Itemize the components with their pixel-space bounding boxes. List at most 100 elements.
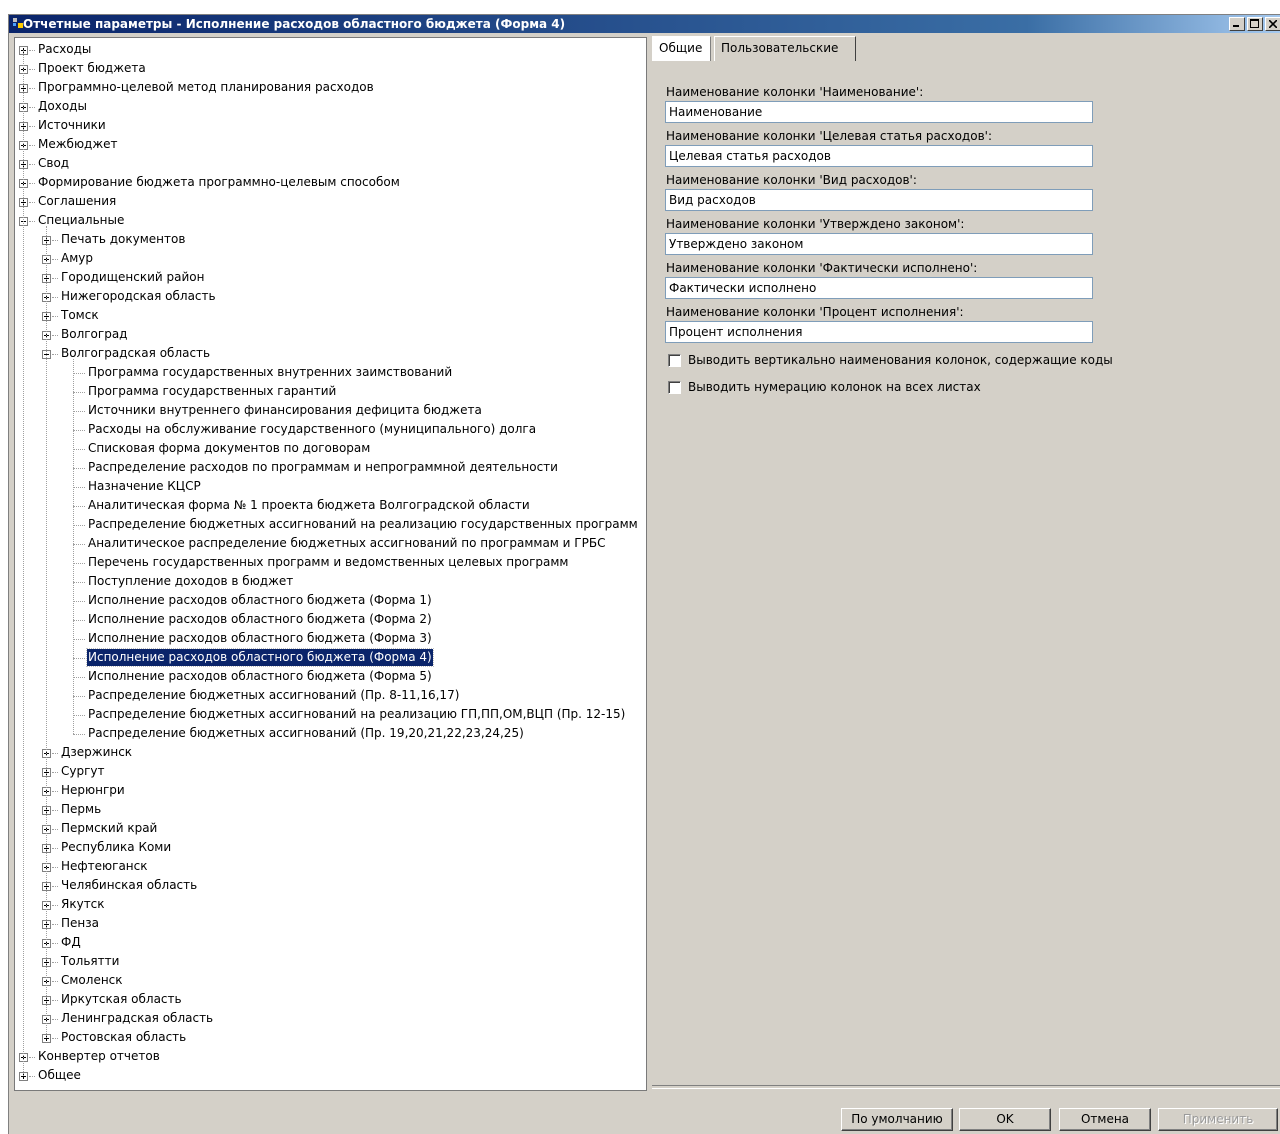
tree-node[interactable]: Ростовская область	[15, 1029, 645, 1048]
percent-column-input[interactable]	[665, 321, 1093, 343]
tree-node[interactable]: Сургут	[15, 763, 645, 782]
apply-button[interactable]: Применить	[1158, 1108, 1278, 1131]
tree-node[interactable]: Ленинградская область	[15, 1010, 645, 1029]
tree-label: Исполнение расходов областного бюджета (…	[88, 669, 432, 683]
tree-leaf[interactable]: Расходы на обслуживание государственного…	[15, 421, 645, 440]
tree-node[interactable]: ФД	[15, 934, 645, 953]
close-button[interactable]	[1265, 17, 1280, 31]
tree-leaf[interactable]: Аналитическое распределение бюджетных ас…	[15, 535, 645, 554]
tree-connector	[73, 487, 85, 488]
tree-leaf[interactable]: Назначение КЦСР	[15, 478, 645, 497]
tree-leaf[interactable]: Исполнение расходов областного бюджета (…	[15, 668, 645, 687]
tree-leaf[interactable]: Распределение бюджетных ассигнований на …	[15, 706, 645, 725]
tree-leaf[interactable]: Исполнение расходов областного бюджета (…	[15, 648, 645, 668]
tree-leaf[interactable]: Списковая форма документов по договорам	[15, 440, 645, 459]
tree-connector	[73, 392, 85, 393]
tree-connector	[73, 411, 85, 412]
tree-connector	[52, 962, 58, 963]
tree-connector	[73, 525, 85, 526]
tree-node[interactable]: Челябинская область	[15, 877, 645, 896]
column-numbering-checkbox[interactable]	[668, 381, 681, 394]
tree-leaf[interactable]: Поступление доходов в бюджет	[15, 573, 645, 592]
tree-label: Пермский край	[61, 821, 158, 835]
tree-connector	[29, 88, 35, 89]
tree-node[interactable]: Волгоград	[15, 326, 645, 345]
tree-leaf[interactable]: Распределение бюджетных ассигнований на …	[15, 516, 645, 535]
field-label-expense-type: Наименование колонки 'Вид расходов':	[666, 173, 917, 187]
actual-column-input[interactable]	[665, 277, 1093, 299]
tree-connector	[52, 791, 58, 792]
report-tree[interactable]: Расходы Проект бюджета Программно-целевой …	[14, 37, 647, 1091]
maximize-button[interactable]	[1247, 17, 1263, 31]
tree-leaf[interactable]: Программа государственных внутренних заи…	[15, 364, 645, 383]
window-title: Отчетные параметры - Исполнение расходов…	[23, 17, 566, 31]
tree-node[interactable]: Нерюнгри	[15, 782, 645, 801]
tab-custom[interactable]: Пользовательские	[714, 36, 856, 61]
tree-leaf[interactable]: Исполнение расходов областного бюджета (…	[15, 611, 645, 630]
tree-connector	[29, 50, 35, 51]
tree-connector	[52, 829, 58, 830]
target-article-column-input[interactable]	[665, 145, 1093, 167]
tree-label: Томск	[61, 308, 99, 322]
tree-node[interactable]: Пенза	[15, 915, 645, 934]
tree-connector	[52, 297, 58, 298]
tree-node[interactable]: Тольятти	[15, 953, 645, 972]
tree-leaf[interactable]: Распределение расходов по программам и н…	[15, 459, 645, 478]
tree-label: Исполнение расходов областного бюджета (…	[88, 593, 432, 607]
tree-leaf[interactable]: Распределение бюджетных ассигнований (Пр…	[15, 725, 645, 744]
tree-label: Аналитическое распределение бюджетных ас…	[88, 536, 606, 550]
tree-node[interactable]: Амур	[15, 250, 645, 269]
tree-leaf[interactable]: Исполнение расходов областного бюджета (…	[15, 630, 645, 649]
ok-button[interactable]: OK	[959, 1108, 1051, 1131]
tree-leaf[interactable]: Программа государственных гарантий	[15, 383, 645, 402]
tree-label: Нефтеюганск	[61, 859, 148, 873]
tree-connector	[52, 335, 58, 336]
tree-node[interactable]: Доходы	[15, 98, 645, 117]
minimize-button[interactable]	[1229, 17, 1245, 31]
tree-node[interactable]: Расходы	[15, 41, 645, 60]
tree-node[interactable]: Томск	[15, 307, 645, 326]
tree-node[interactable]: Источники	[15, 117, 645, 136]
tree-node[interactable]: Общее	[15, 1067, 645, 1086]
name-column-input[interactable]	[665, 101, 1093, 123]
tree-label: Расходы	[38, 42, 92, 56]
tree-node[interactable]: Межбюджет	[15, 136, 645, 155]
tree-node[interactable]: Нижегородская область	[15, 288, 645, 307]
tree-node[interactable]: Пермский край	[15, 820, 645, 839]
tree-node[interactable]: Волгоградская область	[15, 345, 645, 364]
tree-leaf[interactable]: Исполнение расходов областного бюджета (…	[15, 592, 645, 611]
tree-node[interactable]: Городищенский район	[15, 269, 645, 288]
tree-node[interactable]: Формирование бюджета программно-целевым …	[15, 174, 645, 193]
tree-connector	[52, 316, 58, 317]
tree-node[interactable]: Пермь	[15, 801, 645, 820]
tree-leaf[interactable]: Аналитическая форма № 1 проекта бюджета …	[15, 497, 645, 516]
tree-leaf[interactable]: Распределение бюджетных ассигнований (Пр…	[15, 687, 645, 706]
tree-node[interactable]: Дзержинск	[15, 744, 645, 763]
tree-node[interactable]: Нефтеюганск	[15, 858, 645, 877]
tree-label: Распределение расходов по программам и н…	[88, 460, 558, 474]
cancel-button[interactable]: Отмена	[1059, 1108, 1151, 1131]
tree-node[interactable]: Якутск	[15, 896, 645, 915]
expense-type-column-input[interactable]	[665, 189, 1093, 211]
tree-node[interactable]: Республика Коми	[15, 839, 645, 858]
tree-label: Программа государственных внутренних заи…	[88, 365, 453, 379]
tree-node[interactable]: Конвертер отчетов	[15, 1048, 645, 1067]
tree-label: Сургут	[61, 764, 105, 778]
tree-node[interactable]: Иркутская область	[15, 991, 645, 1010]
tree-node[interactable]: Свод	[15, 155, 645, 174]
tree-node[interactable]: Программно-целевой метод планирования ра…	[15, 79, 645, 98]
tree-guide-line	[46, 226, 47, 1038]
tree-node[interactable]: Печать документов	[15, 231, 645, 250]
default-button[interactable]: По умолчанию	[841, 1108, 953, 1131]
approved-column-input[interactable]	[665, 233, 1093, 255]
tree-leaf[interactable]: Перечень государственных программ и ведо…	[15, 554, 645, 573]
tree-node[interactable]: Соглашения	[15, 193, 645, 212]
tree-node[interactable]: Специальные	[15, 212, 645, 231]
tab-general[interactable]: Общие	[652, 36, 711, 61]
tree-node[interactable]: Смоленск	[15, 972, 645, 991]
vertical-codes-checkbox[interactable]	[668, 354, 681, 367]
tree-leaf[interactable]: Источники внутреннего финансирования деф…	[15, 402, 645, 421]
tree-connector	[73, 582, 85, 583]
tree-node[interactable]: Проект бюджета	[15, 60, 645, 79]
title-bar[interactable]: Отчетные параметры - Исполнение расходов…	[9, 15, 1280, 33]
